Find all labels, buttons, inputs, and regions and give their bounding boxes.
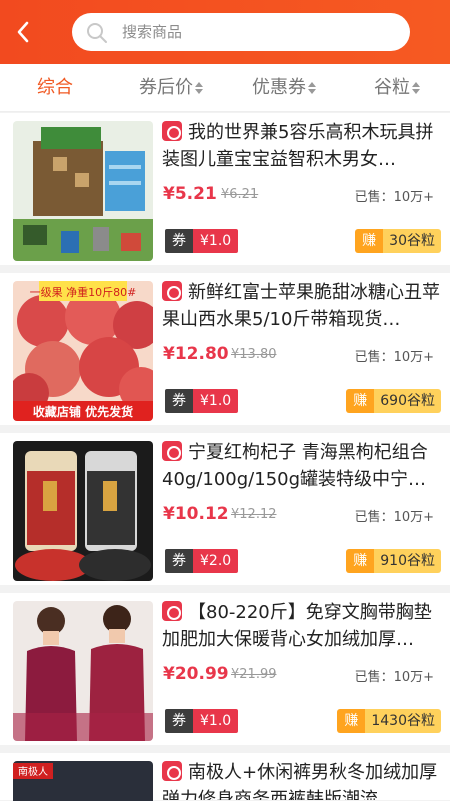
product-image[interactable] xyxy=(13,121,153,261)
back-arrow-icon xyxy=(17,21,29,43)
coupon-tag[interactable]: 券 ¥1.0 xyxy=(165,389,239,413)
price: ¥12.80 xyxy=(163,344,229,364)
earn-value: 690谷粒 xyxy=(374,389,441,413)
product-card[interactable]: 宁夏红枸杞子 青海黑枸杞组合40g/100g/150g罐装特级中宁… ¥10.1… xyxy=(0,433,450,585)
coupon-label: 券 xyxy=(165,389,193,413)
thumb-top-text: 一级果 净重10斤80# xyxy=(30,285,137,299)
coupon-tag[interactable]: 券 ¥1.0 xyxy=(165,709,239,733)
sold-count: 已售：10万+ xyxy=(354,190,434,205)
product-title[interactable]: 南极人+休闲裤男秋冬加绒加厚弹力修身商务西裤韩版潮流 xyxy=(162,759,440,800)
sold-count: 已售：10万+ xyxy=(354,510,434,525)
earn-tag: 赚 1430谷粒 xyxy=(337,709,441,733)
sort-arrows-icon xyxy=(308,82,316,94)
thumb-bottom-text: 收藏店铺 优先发货 xyxy=(33,404,133,419)
earn-value: 30谷粒 xyxy=(383,229,441,253)
price: ¥5.21 xyxy=(163,184,217,204)
original-price: ¥6.21 xyxy=(221,187,259,202)
thumb-brand-text: 南极人 xyxy=(18,765,48,778)
earn-tag: 赚 910谷粒 xyxy=(346,549,441,573)
search-placeholder: 搜索商品 xyxy=(122,23,183,41)
coupon-label: 券 xyxy=(165,229,193,253)
original-price: ¥21.99 xyxy=(231,667,277,682)
sold-count: 已售：10万+ xyxy=(354,350,434,365)
price: ¥20.99 xyxy=(163,664,229,684)
earn-value: 910谷粒 xyxy=(374,549,441,573)
earn-tag: 赚 690谷粒 xyxy=(346,389,441,413)
earn-label: 赚 xyxy=(346,389,375,413)
coupon-label: 券 xyxy=(165,709,193,733)
earn-label: 赚 xyxy=(355,229,384,253)
price: ¥10.12 xyxy=(163,504,229,524)
product-title[interactable]: 新鲜红富士苹果脆甜冰糖心丑苹果山西水果5/10斤带箱现货… xyxy=(162,279,440,333)
product-card[interactable]: 我的世界兼5容乐高积木玩具拼装图儿童宝宝益智积木男女… ¥5.21 ¥6.21 … xyxy=(0,113,450,265)
earn-label: 赚 xyxy=(346,549,375,573)
tab-grains[interactable]: 谷粒 xyxy=(374,64,420,112)
coupon-value: ¥1.0 xyxy=(193,229,239,253)
tab-price-after-coupon[interactable]: 券后价 xyxy=(139,64,203,112)
product-card[interactable]: 【80-220斤】免穿文胸带胸垫加肥加大保暖背心女加绒加厚… ¥20.99 ¥2… xyxy=(0,593,450,745)
product-card[interactable]: 一级果 净重10斤80# 收藏店铺 优先发货 新鲜红富士苹果脆甜冰糖心丑苹果山西… xyxy=(0,273,450,425)
product-title[interactable]: 【80-220斤】免穿文胸带胸垫加肥加大保暖背心女加绒加厚… xyxy=(162,599,440,653)
coupon-value: ¥1.0 xyxy=(193,389,239,413)
sort-arrows-icon xyxy=(412,82,420,94)
search-icon xyxy=(87,23,107,43)
coupon-tag[interactable]: 券 ¥2.0 xyxy=(165,549,239,573)
search-input[interactable]: 搜索商品 xyxy=(72,13,410,51)
product-image[interactable] xyxy=(13,441,153,581)
earn-label: 赚 xyxy=(337,709,366,733)
shop-badge-icon xyxy=(162,281,182,301)
coupon-value: ¥2.0 xyxy=(193,549,239,573)
product-title[interactable]: 我的世界兼5容乐高积木玩具拼装图儿童宝宝益智积木男女… xyxy=(162,119,440,173)
top-bar: 搜索商品 xyxy=(0,0,450,64)
earn-tag: 赚 30谷粒 xyxy=(355,229,441,253)
coupon-value: ¥1.0 xyxy=(193,709,239,733)
coupon-label: 券 xyxy=(165,549,193,573)
sort-tabs: 综合 券后价 优惠券 谷粒 xyxy=(0,64,450,112)
product-image[interactable] xyxy=(13,601,153,741)
tab-comprehensive[interactable]: 综合 xyxy=(37,64,73,112)
product-card[interactable]: 南极人 南极人+休闲裤男秋冬加绒加厚弹力修身商务西裤韩版潮流 xyxy=(0,753,450,801)
original-price: ¥13.80 xyxy=(231,347,277,362)
product-title[interactable]: 宁夏红枸杞子 青海黑枸杞组合40g/100g/150g罐装特级中宁… xyxy=(162,439,440,493)
shop-badge-icon xyxy=(162,761,182,781)
back-button[interactable] xyxy=(8,14,38,50)
sold-count: 已售：10万+ xyxy=(354,670,434,685)
earn-value: 1430谷粒 xyxy=(365,709,441,733)
original-price: ¥12.12 xyxy=(231,507,277,522)
shop-badge-icon xyxy=(162,121,182,141)
shop-badge-icon xyxy=(162,441,182,461)
sort-arrows-icon xyxy=(195,82,203,94)
shop-badge-icon xyxy=(162,601,182,621)
product-image[interactable]: 一级果 净重10斤80# 收藏店铺 优先发货 xyxy=(13,281,153,421)
coupon-tag[interactable]: 券 ¥1.0 xyxy=(165,229,239,253)
tab-coupon[interactable]: 优惠券 xyxy=(252,64,316,112)
product-image[interactable]: 南极人 xyxy=(13,761,153,801)
